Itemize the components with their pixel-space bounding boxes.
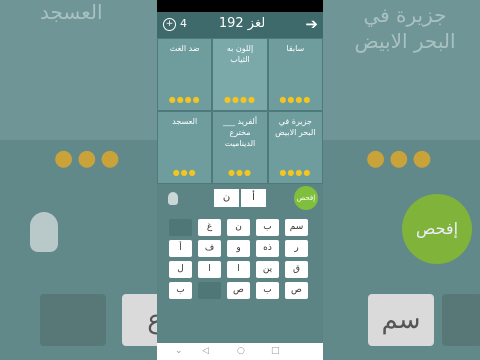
- letter-dots: ●●●: [228, 168, 252, 177]
- letter-key[interactable]: ب: [256, 219, 279, 236]
- clue-cell[interactable]: العسجد ●●●: [157, 111, 213, 184]
- letter-dots: ●●●●: [279, 95, 312, 104]
- letter-key[interactable]: و: [227, 240, 250, 257]
- clue-text: ضد الغث: [169, 44, 200, 53]
- nav-down-icon[interactable]: ⌄: [175, 346, 183, 356]
- answer-slot[interactable]: أ: [241, 189, 266, 207]
- letter-key[interactable]: سم: [285, 219, 308, 236]
- status-bar: [157, 0, 323, 12]
- empty-key: [169, 219, 192, 236]
- bg-bulb-icon: [30, 212, 58, 252]
- clue-text: ألفريد ___ مخترع الديناميت: [222, 117, 258, 148]
- nav-recent-icon[interactable]: □: [271, 346, 280, 356]
- bg-check-button: إفحص: [402, 194, 472, 264]
- bg-clue-left: العسجد: [40, 0, 103, 24]
- letter-key[interactable]: غ: [198, 219, 221, 236]
- letter-key[interactable]: ص: [227, 282, 250, 299]
- bg-dots-right: ●●●: [366, 146, 436, 171]
- clue-text: جزيرة في البحر الابيض: [275, 117, 316, 137]
- clue-text: سابقا: [286, 44, 305, 53]
- phone-screen: + 4 لغز 192 ➔ سابقا ●●●● إللون به الثياب…: [157, 0, 323, 360]
- bg-dots-left: ●●●: [54, 146, 124, 171]
- letter-key[interactable]: ب: [169, 282, 192, 299]
- letter-key[interactable]: أ: [169, 240, 192, 257]
- letter-key[interactable]: ف: [198, 240, 221, 257]
- check-button[interactable]: إفحص: [294, 186, 318, 210]
- letter-dots: ●●●: [172, 168, 197, 177]
- letter-key[interactable]: ل: [169, 261, 192, 278]
- clue-cell[interactable]: ألفريد ___ مخترع الديناميت ●●●: [212, 111, 268, 184]
- letter-key[interactable]: ب: [256, 282, 279, 299]
- add-coins-icon[interactable]: +: [163, 18, 176, 31]
- clue-text: إللون به الثياب: [226, 44, 254, 64]
- coin-count: 4: [180, 17, 187, 30]
- clue-cell[interactable]: جزيرة في البحر الابيض ●●●●: [267, 111, 323, 184]
- clue-cell[interactable]: سابقا ●●●●: [267, 38, 323, 111]
- letter-key[interactable]: ن: [227, 219, 250, 236]
- letter-key[interactable]: ص: [285, 282, 308, 299]
- system-nav-bar: ⌄ ◁ ○ □: [157, 343, 323, 360]
- letter-dots: ●●●●: [279, 168, 312, 177]
- bg-key: سم: [368, 294, 434, 346]
- forward-arrow-icon[interactable]: ➔: [305, 15, 318, 33]
- clue-cell[interactable]: ضد الغث ●●●●: [157, 38, 213, 111]
- bg-key-empty: [442, 294, 480, 346]
- letter-key[interactable]: ا: [227, 261, 250, 278]
- letter-key[interactable]: ق: [285, 261, 308, 278]
- clue-grid: سابقا ●●●● إللون به الثياب ●●●● ضد الغث …: [157, 38, 323, 184]
- nav-back-icon[interactable]: ◁: [202, 346, 209, 356]
- letter-key[interactable]: ا: [198, 261, 221, 278]
- bg-key-empty: [40, 294, 106, 346]
- puzzle-title: لغز 192: [218, 16, 266, 31]
- nav-home-icon[interactable]: ○: [237, 346, 245, 356]
- letter-key[interactable]: ذه: [256, 240, 279, 257]
- hint-bulb-icon[interactable]: [168, 192, 178, 205]
- answer-slot[interactable]: ن: [214, 189, 239, 207]
- clue-cell[interactable]: إللون به الثياب ●●●●: [212, 38, 268, 111]
- empty-key: [198, 282, 221, 299]
- letter-dots: ●●●●: [224, 95, 256, 104]
- letter-key[interactable]: ين: [256, 261, 279, 278]
- letter-dots: ●●●●: [168, 95, 201, 104]
- bg-clue-right: جزيرة في البحر الابيض: [354, 3, 456, 53]
- top-bar: + 4 لغز 192 ➔: [157, 12, 323, 38]
- answer-row: ن أ إفحص: [157, 184, 323, 212]
- letter-key[interactable]: ر: [285, 240, 308, 257]
- clue-text: العسجد: [172, 117, 198, 126]
